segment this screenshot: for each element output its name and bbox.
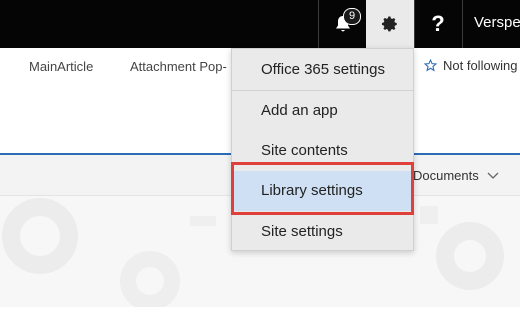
notifications-button[interactable]: 9 <box>319 0 367 48</box>
chevron-down-icon <box>487 172 499 179</box>
documents-label: Documents <box>413 168 479 183</box>
user-name[interactable]: Verspe <box>474 14 520 31</box>
settings-gear-button[interactable] <box>366 0 414 48</box>
suite-divider <box>462 0 463 48</box>
menu-item-office365-settings[interactable]: Office 365 settings <box>232 50 413 90</box>
suite-bar: 9 ? Verspe <box>0 0 520 48</box>
menu-item-library-settings[interactable]: Library settings <box>232 171 413 211</box>
nav-link-attachment-popup[interactable]: Attachment Pop- <box>130 59 227 74</box>
menu-item-add-an-app[interactable]: Add an app <box>232 91 413 131</box>
help-button[interactable]: ? <box>414 0 462 48</box>
settings-menu: Office 365 settings Add an app Site cont… <box>231 48 414 251</box>
nav-link-mainarticle[interactable]: MainArticle <box>29 59 93 74</box>
follow-button[interactable]: Not following <box>424 58 517 73</box>
documents-view-selector[interactable]: Documents <box>413 168 499 183</box>
star-icon <box>424 59 437 72</box>
notification-count-badge: 9 <box>343 8 361 25</box>
help-icon: ? <box>431 11 445 36</box>
follow-label: Not following <box>443 58 518 73</box>
menu-item-site-settings[interactable]: Site settings <box>232 212 413 252</box>
menu-item-site-contents[interactable]: Site contents <box>232 131 413 171</box>
gear-icon <box>381 16 397 32</box>
